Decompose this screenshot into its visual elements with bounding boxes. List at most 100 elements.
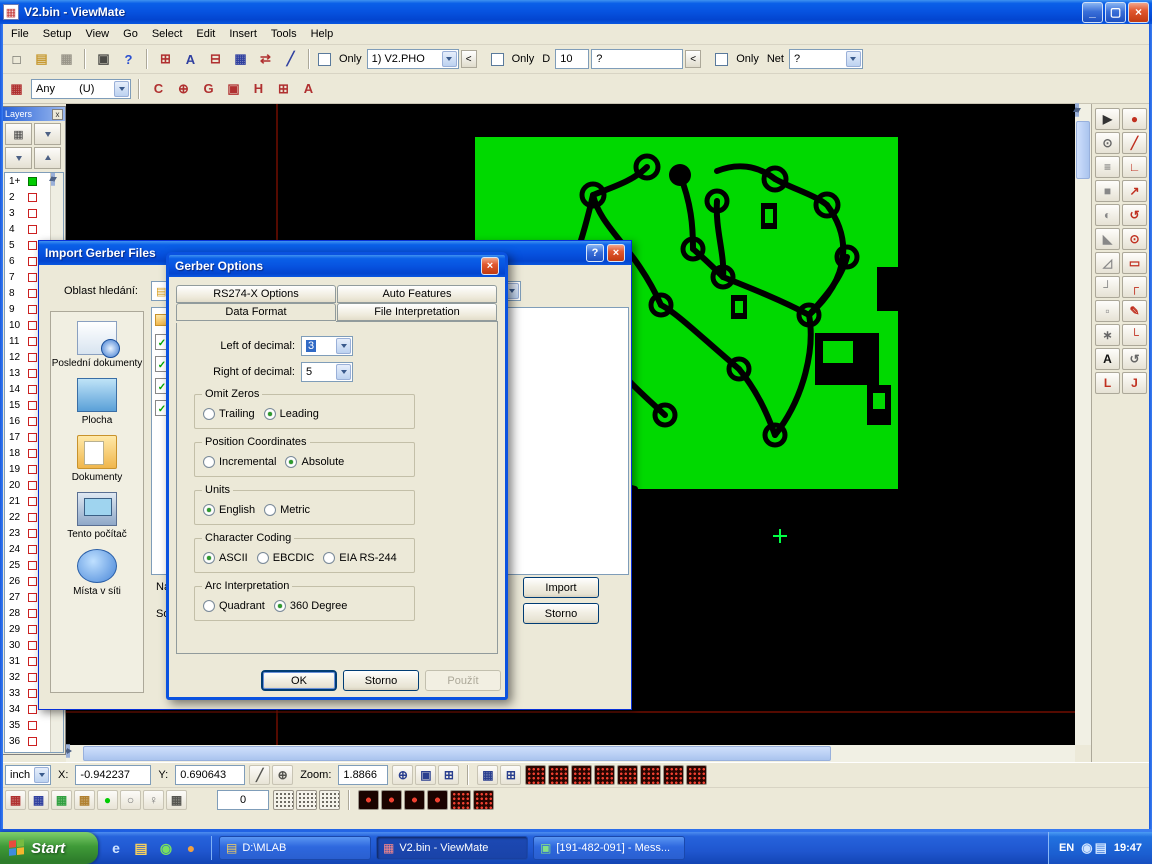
chevron-down-icon[interactable] — [336, 338, 351, 354]
layer-color-chip[interactable] — [28, 545, 37, 554]
pan-target-icon[interactable]: ⊕ — [172, 78, 195, 100]
layer-color-chip[interactable] — [28, 257, 37, 266]
help-icon[interactable]: ? — [586, 244, 604, 262]
layer-move-down-button[interactable] — [5, 147, 32, 169]
vertical-scrollbar[interactable] — [1075, 104, 1091, 745]
grid-table-icon[interactable]: ▦ — [229, 48, 252, 70]
layer-stack-tool-icon[interactable]: ≡ — [1095, 156, 1120, 178]
layer-color-chip[interactable] — [28, 721, 37, 730]
layer-grid-icon[interactable]: ▦ — [5, 78, 28, 100]
layer-table-button[interactable]: ▦ — [5, 123, 32, 145]
layer-move-up-button[interactable] — [34, 147, 61, 169]
place-posledn-dokumenty[interactable]: Poslední dokumenty — [51, 321, 143, 369]
chevron-down-icon[interactable] — [442, 51, 457, 67]
layer-color-chip[interactable] — [28, 289, 37, 298]
chamfer-tool-icon[interactable]: ◿ — [1095, 252, 1120, 274]
menu-edit[interactable]: Edit — [189, 26, 222, 42]
film-view-icon-5[interactable] — [617, 765, 638, 785]
vector-tool-icon[interactable]: ↗ — [1122, 180, 1147, 202]
radio-option-quadrant[interactable]: Quadrant — [203, 600, 265, 612]
prev-dcode-button[interactable]: < — [685, 50, 701, 68]
import-button[interactable]: Import — [523, 577, 599, 598]
y-coordinate-field[interactable]: 0.690643 — [175, 765, 245, 785]
layer-color-chip[interactable] — [28, 593, 37, 602]
radio-option-english[interactable]: English — [203, 504, 255, 516]
select-window-tool-icon[interactable]: ⊙ — [1095, 132, 1120, 154]
layer-color-chip[interactable] — [28, 273, 37, 282]
unit-combo[interactable]: inch — [5, 765, 51, 785]
route-tool-icon[interactable]: ┌ — [1122, 276, 1147, 298]
layer-color-chip[interactable] — [28, 337, 37, 346]
radio-option-leading[interactable]: Leading — [264, 408, 319, 420]
dcode-search-field[interactable]: ? — [591, 49, 683, 69]
circle-c-icon[interactable]: C — [147, 78, 170, 100]
dcode-grid-icon[interactable]: ⊞ — [500, 765, 521, 785]
zoom-in-icon[interactable]: ⊕ — [392, 765, 413, 785]
close-icon[interactable]: × — [607, 244, 625, 262]
only-dcode-checkbox[interactable] — [491, 53, 504, 66]
horizontal-scrollbar[interactable] — [66, 745, 1075, 762]
settings-tool-icon[interactable]: ∗ — [1095, 324, 1120, 346]
g-code-icon[interactable]: G — [197, 78, 220, 100]
layer-color-chip[interactable] — [28, 385, 37, 394]
arc-tool-icon[interactable]: ↺ — [1122, 204, 1147, 226]
grid-cells-icon[interactable]: ⊞ — [272, 78, 295, 100]
film-view-icon-2[interactable] — [548, 765, 569, 785]
quick-folder-icon[interactable]: ▤ — [131, 838, 151, 858]
zoom-value-field[interactable]: 1.8866 — [338, 765, 388, 785]
pad-view-icon-4[interactable] — [427, 790, 448, 810]
start-button[interactable]: Start — [0, 832, 98, 864]
graphics-view-icon[interactable]: ⊟ — [204, 48, 227, 70]
layer-color-chip[interactable] — [28, 433, 37, 442]
layer-sink-button[interactable] — [34, 123, 61, 145]
cancel-button[interactable]: Storno — [343, 670, 419, 691]
browser-icon[interactable]: ● — [181, 838, 201, 858]
radio-button[interactable] — [203, 600, 215, 612]
radio-button[interactable] — [203, 552, 215, 564]
cancel-button[interactable]: Storno — [523, 603, 599, 624]
film-small-icon-2[interactable] — [473, 790, 494, 810]
right-of-decimal-select[interactable]: 5 — [301, 362, 353, 382]
hook-tool-icon[interactable]: J — [1122, 372, 1147, 394]
grid-dots-icon-2[interactable] — [296, 790, 317, 810]
restore-button[interactable]: ▢ — [1105, 2, 1126, 23]
radio-option-incremental[interactable]: Incremental — [203, 456, 276, 468]
traffic-light-icon[interactable]: ● — [97, 790, 118, 810]
layer-color-chip[interactable] — [28, 225, 37, 234]
l-shape-tool-icon[interactable]: L — [1095, 372, 1120, 394]
rotate-tool-icon[interactable]: ↺ — [1122, 348, 1147, 370]
layer-color-chip[interactable] — [28, 193, 37, 202]
radio-option-360-degree[interactable]: 360 Degree — [274, 600, 348, 612]
film-view-icon-3[interactable] — [571, 765, 592, 785]
swap-layers-icon[interactable]: ⇄ — [254, 48, 277, 70]
grid-dots-icon-3[interactable] — [319, 790, 340, 810]
menu-file[interactable]: File — [4, 26, 36, 42]
layer-color-chip[interactable] — [28, 641, 37, 650]
layer-color-chip[interactable] — [28, 481, 37, 490]
layer-amber-icon[interactable]: ▦ — [74, 790, 95, 810]
print-icon[interactable]: ▣ — [92, 48, 115, 70]
ok-button[interactable]: OK — [261, 670, 337, 691]
rect-tool-icon[interactable]: ▭ — [1122, 252, 1147, 274]
minimize-button[interactable]: _ — [1082, 2, 1103, 23]
circle-tool-icon[interactable]: ⊙ — [1122, 228, 1147, 250]
layer-color-chip[interactable] — [28, 369, 37, 378]
text-a-icon[interactable]: A — [297, 78, 320, 100]
keyboard-icon[interactable]: ▤ — [1095, 840, 1107, 856]
title-bar[interactable]: ▦ V2.bin - ViewMate _ ▢ × — [0, 0, 1152, 24]
radio-button[interactable] — [203, 504, 215, 516]
radio-option-ascii[interactable]: ASCII — [203, 552, 248, 564]
prev-layer-button[interactable]: < — [461, 50, 477, 68]
close-icon[interactable]: x — [52, 109, 63, 120]
gerber-dialog-title-bar[interactable]: Gerber Options × — [169, 255, 505, 277]
save-icon[interactable]: ▦ — [55, 48, 78, 70]
layer-color-chip[interactable] — [28, 529, 37, 538]
left-of-decimal-select[interactable]: 3 — [301, 336, 353, 356]
net-combo[interactable]: ? — [789, 49, 863, 69]
grid-dots-icon-1[interactable] — [273, 790, 294, 810]
vertical-scroll-thumb[interactable] — [1076, 121, 1090, 179]
tab-auto-features[interactable]: Auto Features — [337, 285, 497, 303]
radio-button[interactable] — [203, 408, 215, 420]
menu-setup[interactable]: Setup — [36, 26, 79, 42]
aperture-list-icon[interactable]: A — [179, 48, 202, 70]
